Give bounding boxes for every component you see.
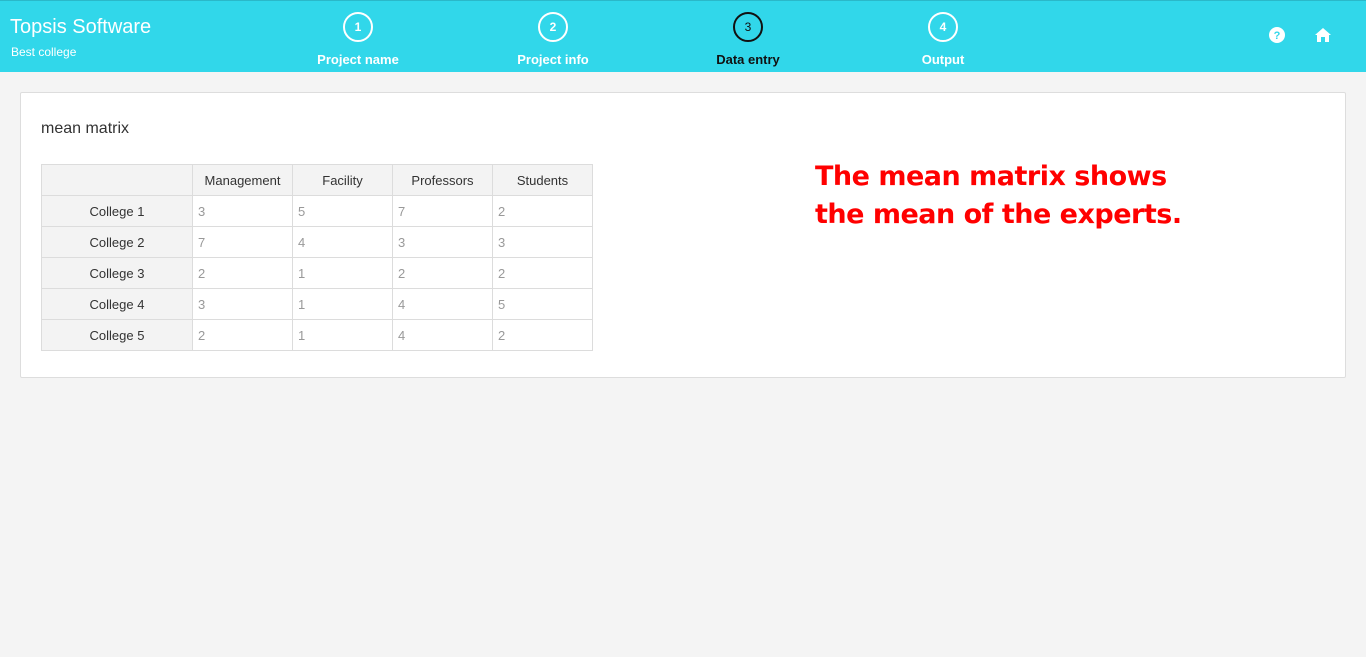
matrix-cell[interactable]: 7 <box>192 226 293 258</box>
step-number: 2 <box>538 12 568 42</box>
project-name: Best college <box>11 45 77 59</box>
step-project-name[interactable]: 1 Project name <box>288 12 428 67</box>
matrix-cell[interactable]: 5 <box>492 288 593 320</box>
annotation-text: The mean matrix shows the mean of the ex… <box>815 158 1182 234</box>
matrix-cell[interactable]: 7 <box>392 195 493 227</box>
annotation-line: the mean of the experts. <box>815 199 1182 230</box>
matrix-cell[interactable]: 2 <box>192 319 293 351</box>
table-row: College 5 2 1 4 2 <box>41 319 593 351</box>
corner-cell <box>41 164 193 196</box>
matrix-card: mean matrix Management Facility Professo… <box>20 92 1346 378</box>
step-number: 3 <box>733 12 763 42</box>
matrix-cell[interactable]: 4 <box>392 319 493 351</box>
step-number: 4 <box>928 12 958 42</box>
matrix-cell[interactable]: 1 <box>292 319 393 351</box>
column-header: Management <box>192 164 293 196</box>
column-header: Facility <box>292 164 393 196</box>
step-number: 1 <box>343 12 373 42</box>
step-label: Project name <box>317 52 399 67</box>
row-header: College 1 <box>41 195 193 227</box>
header-row: Management Facility Professors Students <box>41 164 593 196</box>
step-label: Data entry <box>716 52 780 67</box>
matrix-cell[interactable]: 2 <box>492 319 593 351</box>
matrix-cell[interactable]: 2 <box>492 195 593 227</box>
row-header: College 5 <box>41 319 193 351</box>
row-header: College 2 <box>41 226 193 258</box>
matrix-cell[interactable]: 2 <box>492 257 593 289</box>
column-header: Professors <box>392 164 493 196</box>
matrix-cell[interactable]: 4 <box>292 226 393 258</box>
matrix-cell[interactable]: 2 <box>192 257 293 289</box>
row-header: College 4 <box>41 288 193 320</box>
row-header: College 3 <box>41 257 193 289</box>
step-label: Output <box>921 52 965 67</box>
table-row: College 2 7 4 3 3 <box>41 226 593 258</box>
matrix-cell[interactable]: 3 <box>492 226 593 258</box>
table-row: College 4 3 1 4 5 <box>41 288 593 320</box>
matrix-cell[interactable]: 3 <box>392 226 493 258</box>
step-data-entry[interactable]: 3 Data entry <box>678 12 818 67</box>
app-title: Topsis Software <box>10 16 152 38</box>
help-icon[interactable]: ? <box>1268 26 1286 44</box>
matrix-cell[interactable]: 4 <box>392 288 493 320</box>
matrix-cell[interactable]: 3 <box>192 195 293 227</box>
matrix-title: mean matrix <box>41 120 130 137</box>
home-icon[interactable] <box>1314 26 1332 44</box>
matrix-cell[interactable]: 1 <box>292 288 393 320</box>
matrix-cell[interactable]: 1 <box>292 257 393 289</box>
step-output[interactable]: 4 Output <box>873 12 1013 67</box>
matrix-cell[interactable]: 5 <box>292 195 393 227</box>
step-label: Project info <box>517 52 589 67</box>
top-bar: Topsis Software Best college 1 Project n… <box>0 0 1366 72</box>
svg-text:?: ? <box>1274 30 1281 42</box>
annotation-line: The mean matrix shows <box>815 161 1167 192</box>
mean-matrix-table: Management Facility Professors Students … <box>41 164 593 351</box>
matrix-cell[interactable]: 3 <box>192 288 293 320</box>
table-row: College 3 2 1 2 2 <box>41 257 593 289</box>
step-project-info[interactable]: 2 Project info <box>483 12 623 67</box>
matrix-cell[interactable]: 2 <box>392 257 493 289</box>
column-header: Students <box>492 164 593 196</box>
table-row: College 1 3 5 7 2 <box>41 195 593 227</box>
